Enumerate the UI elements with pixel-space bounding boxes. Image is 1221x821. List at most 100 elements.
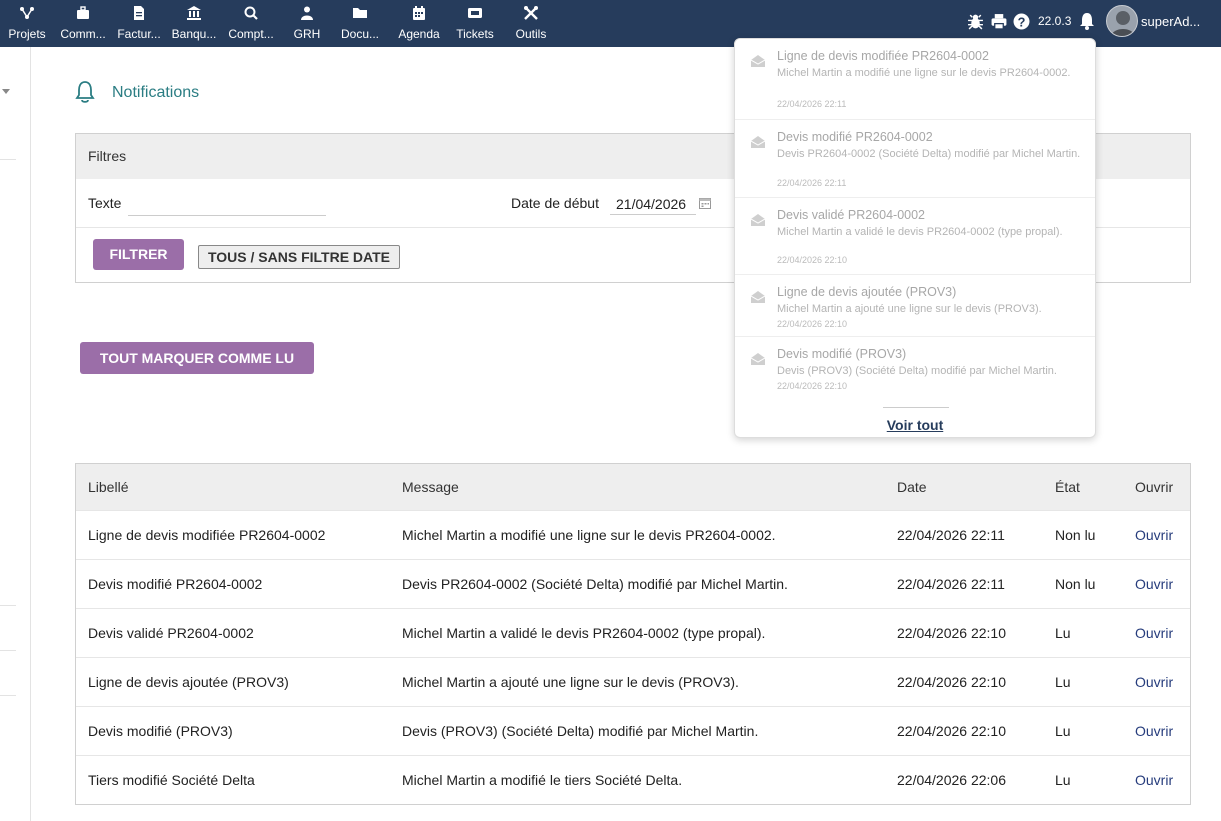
notification-date: 22/04/2026 22:11 <box>777 99 847 109</box>
cell-libelle: Ligne de devis modifiée PR2604-0002 <box>88 527 326 543</box>
cell-message: Michel Martin a modifié une ligne sur le… <box>402 527 776 543</box>
column-header-libelle[interactable]: Libellé <box>88 464 128 510</box>
print-icon[interactable] <box>990 13 1008 30</box>
menu-label: Compt... <box>228 27 274 41</box>
menu-item-projets[interactable]: Projets <box>6 0 48 47</box>
cell-date: 22/04/2026 22:10 <box>897 625 1006 641</box>
bug-icon[interactable] <box>967 13 984 30</box>
cell-libelle: Devis modifié (PROV3) <box>88 723 233 739</box>
menu-item-grh[interactable]: GRH <box>287 0 327 47</box>
notification-message: Devis (PROV3) (Société Delta) modifié pa… <box>777 365 1057 377</box>
mark-all-read-button[interactable]: TOUT MARQUER COMME LU <box>80 342 314 374</box>
table-row: Ligne de devis ajoutée (PROV3) Michel Ma… <box>76 657 1190 706</box>
cell-libelle: Tiers modifié Société Delta <box>88 772 255 788</box>
cell-message: Michel Martin a validé le devis PR2604-0… <box>402 625 766 641</box>
cell-date: 22/04/2026 22:11 <box>897 576 1005 592</box>
divider <box>0 695 16 696</box>
cell-etat: Non lu <box>1055 576 1096 592</box>
envelope-open-icon <box>751 214 765 226</box>
all-no-date-filter-button[interactable]: TOUS / SANS FILTRE DATE <box>198 245 400 269</box>
cell-date: 22/04/2026 22:10 <box>897 723 1006 739</box>
cell-libelle: Devis validé PR2604-0002 <box>88 625 254 641</box>
notification-message: Michel Martin a modifié une ligne sur le… <box>777 67 1071 79</box>
notification-item[interactable]: Devis modifié (PROV3) Devis (PROV3) (Soc… <box>735 337 1095 399</box>
notifications-dropdown: Ligne de devis modifiée PR2604-0002 Mich… <box>734 38 1096 438</box>
menu-label: Agenda <box>398 27 440 41</box>
menu-item-banque[interactable]: Banqu... <box>169 0 219 47</box>
calendar-icon <box>413 6 425 20</box>
briefcase-icon <box>77 6 89 19</box>
open-link[interactable]: Ouvrir <box>1135 756 1173 804</box>
notification-date: 22/04/2026 22:11 <box>777 178 847 188</box>
envelope-open-icon <box>751 55 765 67</box>
accounting-search-icon <box>244 6 258 20</box>
ticket-icon <box>468 8 482 18</box>
start-date-input[interactable] <box>610 193 696 215</box>
menu-label: Comm... <box>60 27 106 41</box>
page-title: Notifications <box>112 84 200 101</box>
filter-button[interactable]: FILTRER <box>93 239 184 270</box>
table-row: Devis modifié (PROV3) Devis (PROV3) (Soc… <box>76 706 1190 755</box>
open-link[interactable]: Ouvrir <box>1135 658 1173 706</box>
envelope-open-icon <box>751 353 765 365</box>
text-filter-input[interactable] <box>128 194 326 216</box>
user-avatar-icon <box>1110 11 1136 36</box>
column-header-etat[interactable]: État <box>1055 464 1080 510</box>
menu-item-facturation[interactable]: Factur... <box>114 0 164 47</box>
cell-message: Michel Martin a ajouté une ligne sur le … <box>402 674 739 690</box>
column-header-date[interactable]: Date <box>897 464 927 510</box>
see-all-link[interactable]: Voir tout <box>735 417 1095 433</box>
cell-message: Devis PR2604-0002 (Société Delta) modifi… <box>402 576 788 592</box>
start-date-label: Date de début <box>511 195 599 211</box>
menu-item-documents[interactable]: Docu... <box>337 0 383 47</box>
invoice-icon <box>134 6 144 20</box>
envelope-open-icon <box>751 291 765 303</box>
open-link[interactable]: Ouvrir <box>1135 511 1173 559</box>
menu-item-agenda[interactable]: Agenda <box>395 0 443 47</box>
open-link[interactable]: Ouvrir <box>1135 560 1173 608</box>
column-header-ouvrir: Ouvrir <box>1135 479 1174 495</box>
menu-label: Factur... <box>117 27 161 41</box>
notification-item[interactable]: Ligne de devis modifiée PR2604-0002 Mich… <box>735 39 1095 120</box>
bell-icon[interactable] <box>1079 12 1095 30</box>
open-link[interactable]: Ouvrir <box>1135 609 1173 657</box>
cell-message: Devis (PROV3) (Société Delta) modifié pa… <box>402 723 759 739</box>
menu-item-commercial[interactable]: Comm... <box>57 0 109 47</box>
notification-title: Ligne de devis ajoutée (PROV3) <box>777 285 957 299</box>
menu-item-outils[interactable]: Outils <box>510 0 552 47</box>
calendar-picker-icon[interactable] <box>699 197 711 209</box>
bank-icon <box>187 6 201 20</box>
cell-etat: Lu <box>1055 674 1071 690</box>
menu-label: Banqu... <box>171 27 217 41</box>
tools-icon <box>524 6 538 20</box>
avatar[interactable] <box>1106 5 1138 37</box>
left-sidebar <box>0 47 31 821</box>
user-icon <box>301 6 313 20</box>
divider <box>883 407 949 408</box>
cell-date: 22/04/2026 22:11 <box>897 527 1005 543</box>
open-link[interactable]: Ouvrir <box>1135 707 1173 755</box>
notification-item[interactable]: Ligne de devis ajoutée (PROV3) Michel Ma… <box>735 275 1095 337</box>
help-icon[interactable]: ? <box>1013 13 1030 30</box>
notification-title: Devis validé PR2604-0002 <box>777 208 926 222</box>
folder-icon <box>353 8 367 18</box>
chevron-down-icon[interactable] <box>2 82 10 100</box>
divider <box>0 605 16 606</box>
notification-title: Ligne de devis modifiée PR2604-0002 <box>777 49 989 63</box>
notification-item[interactable]: Devis modifié PR2604-0002 Devis PR2604-0… <box>735 120 1095 198</box>
notification-date: 22/04/2026 22:10 <box>777 255 848 265</box>
menu-label: GRH <box>293 27 321 41</box>
menu-item-comptabilite[interactable]: Compt... <box>226 0 276 47</box>
notification-item[interactable]: Devis validé PR2604-0002 Michel Martin a… <box>735 198 1095 275</box>
column-header-message[interactable]: Message <box>402 464 459 510</box>
menu-label: Outils <box>515 27 547 41</box>
menu-item-tickets[interactable]: Tickets <box>452 0 498 47</box>
username[interactable]: superAd... <box>1141 14 1200 29</box>
notification-message: Michel Martin a ajouté une ligne sur le … <box>777 303 1042 315</box>
menu-label: Docu... <box>340 27 379 41</box>
notification-title: Devis modifié PR2604-0002 <box>777 130 933 144</box>
version-label: 22.0.3 <box>1038 14 1072 28</box>
svg-text:?: ? <box>1018 14 1026 29</box>
cell-date: 22/04/2026 22:06 <box>897 772 1006 788</box>
cell-libelle: Ligne de devis ajoutée (PROV3) <box>88 674 289 690</box>
